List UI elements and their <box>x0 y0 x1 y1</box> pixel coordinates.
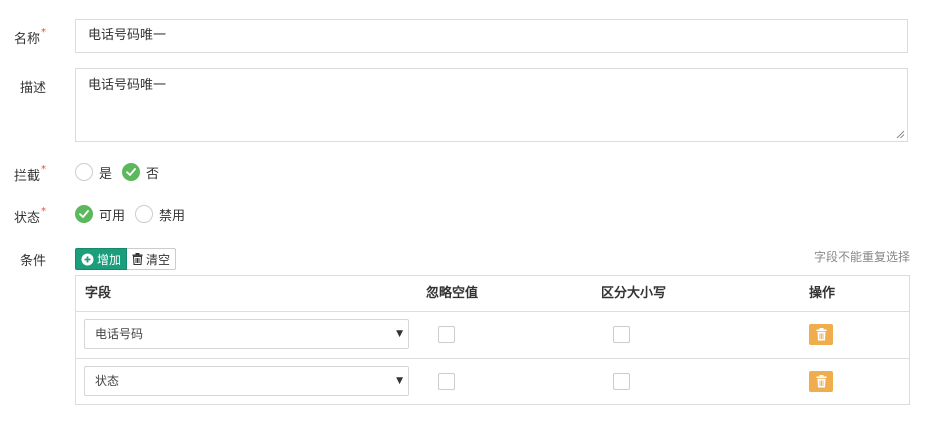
header-divider <box>76 311 909 312</box>
trash-icon <box>816 375 826 388</box>
header-actions: 操作 <box>809 286 836 301</box>
case-sensitive-checkbox[interactable] <box>613 326 630 343</box>
desc-textarea[interactable]: 电话号码唯一 <box>75 68 908 142</box>
conditions-toolbar: 增加 清空 <box>75 248 177 270</box>
conditions-label-text: 条件 <box>19 254 46 269</box>
desc-label: 描述 <box>0 77 46 96</box>
ignore-empty-checkbox[interactable] <box>438 326 455 343</box>
intercept-radio-group: 是 否 <box>75 162 169 182</box>
header-ignore-empty: 忽略空值 <box>426 286 479 301</box>
name-input-value: 电话号码唯一 <box>88 28 167 43</box>
resize-grip-icon[interactable] <box>896 130 905 139</box>
header-case-sensitive: 区分大小写 <box>601 286 667 301</box>
clear-conditions-button[interactable]: 清空 <box>127 248 177 270</box>
field-select[interactable]: 电话号码 ▼ <box>84 319 409 349</box>
field-select-value: 状态 <box>95 374 120 388</box>
status-enabled-label: 可用 <box>99 208 126 224</box>
header-field: 字段 <box>85 286 112 301</box>
ignore-empty-checkbox[interactable] <box>438 373 455 390</box>
conditions-hint: 字段不能重复选择 <box>813 250 910 264</box>
status-label: 状态* <box>0 206 46 226</box>
add-condition-label: 增加 <box>97 252 122 267</box>
check-icon <box>79 210 89 218</box>
caret-down-icon: ▼ <box>396 376 403 386</box>
required-mark: * <box>41 164 46 175</box>
desc-textarea-value: 电话号码唯一 <box>88 78 167 93</box>
intercept-no-label: 否 <box>146 166 160 182</box>
required-mark: * <box>41 27 46 38</box>
status-label-text: 状态 <box>13 211 40 226</box>
desc-label-text: 描述 <box>19 81 46 96</box>
trash-icon <box>816 328 826 341</box>
delete-row-button[interactable] <box>809 324 833 345</box>
status-disabled-label: 禁用 <box>159 208 186 224</box>
intercept-label: 拦截* <box>0 164 46 184</box>
trash-icon <box>132 253 143 265</box>
row-divider <box>76 358 909 359</box>
conditions-table: 字段 忽略空值 区分大小写 操作 电话号码 ▼ 状态 ▼ <box>75 275 910 405</box>
check-icon <box>126 168 136 176</box>
required-mark: * <box>41 206 46 217</box>
status-radio-group: 可用 禁用 <box>75 204 195 224</box>
intercept-no-radio[interactable] <box>122 163 141 181</box>
intercept-yes-radio[interactable] <box>75 163 93 181</box>
clear-conditions-label: 清空 <box>146 252 171 267</box>
status-disabled-radio[interactable] <box>135 205 154 223</box>
caret-down-icon: ▼ <box>396 329 403 339</box>
field-select[interactable]: 状态 ▼ <box>84 366 409 396</box>
name-input[interactable]: 电话号码唯一 <box>75 19 908 53</box>
status-enabled-radio[interactable] <box>75 205 93 223</box>
add-condition-button[interactable]: 增加 <box>75 248 128 270</box>
intercept-label-text: 拦截 <box>13 169 40 184</box>
plus-circle-icon <box>81 253 94 265</box>
name-label: 名称* <box>0 27 46 47</box>
delete-row-button[interactable] <box>809 371 833 392</box>
name-label-text: 名称 <box>13 32 40 47</box>
intercept-yes-label: 是 <box>99 166 113 182</box>
field-select-value: 电话号码 <box>95 327 144 341</box>
conditions-label: 条件 <box>0 250 46 269</box>
case-sensitive-checkbox[interactable] <box>613 373 630 390</box>
